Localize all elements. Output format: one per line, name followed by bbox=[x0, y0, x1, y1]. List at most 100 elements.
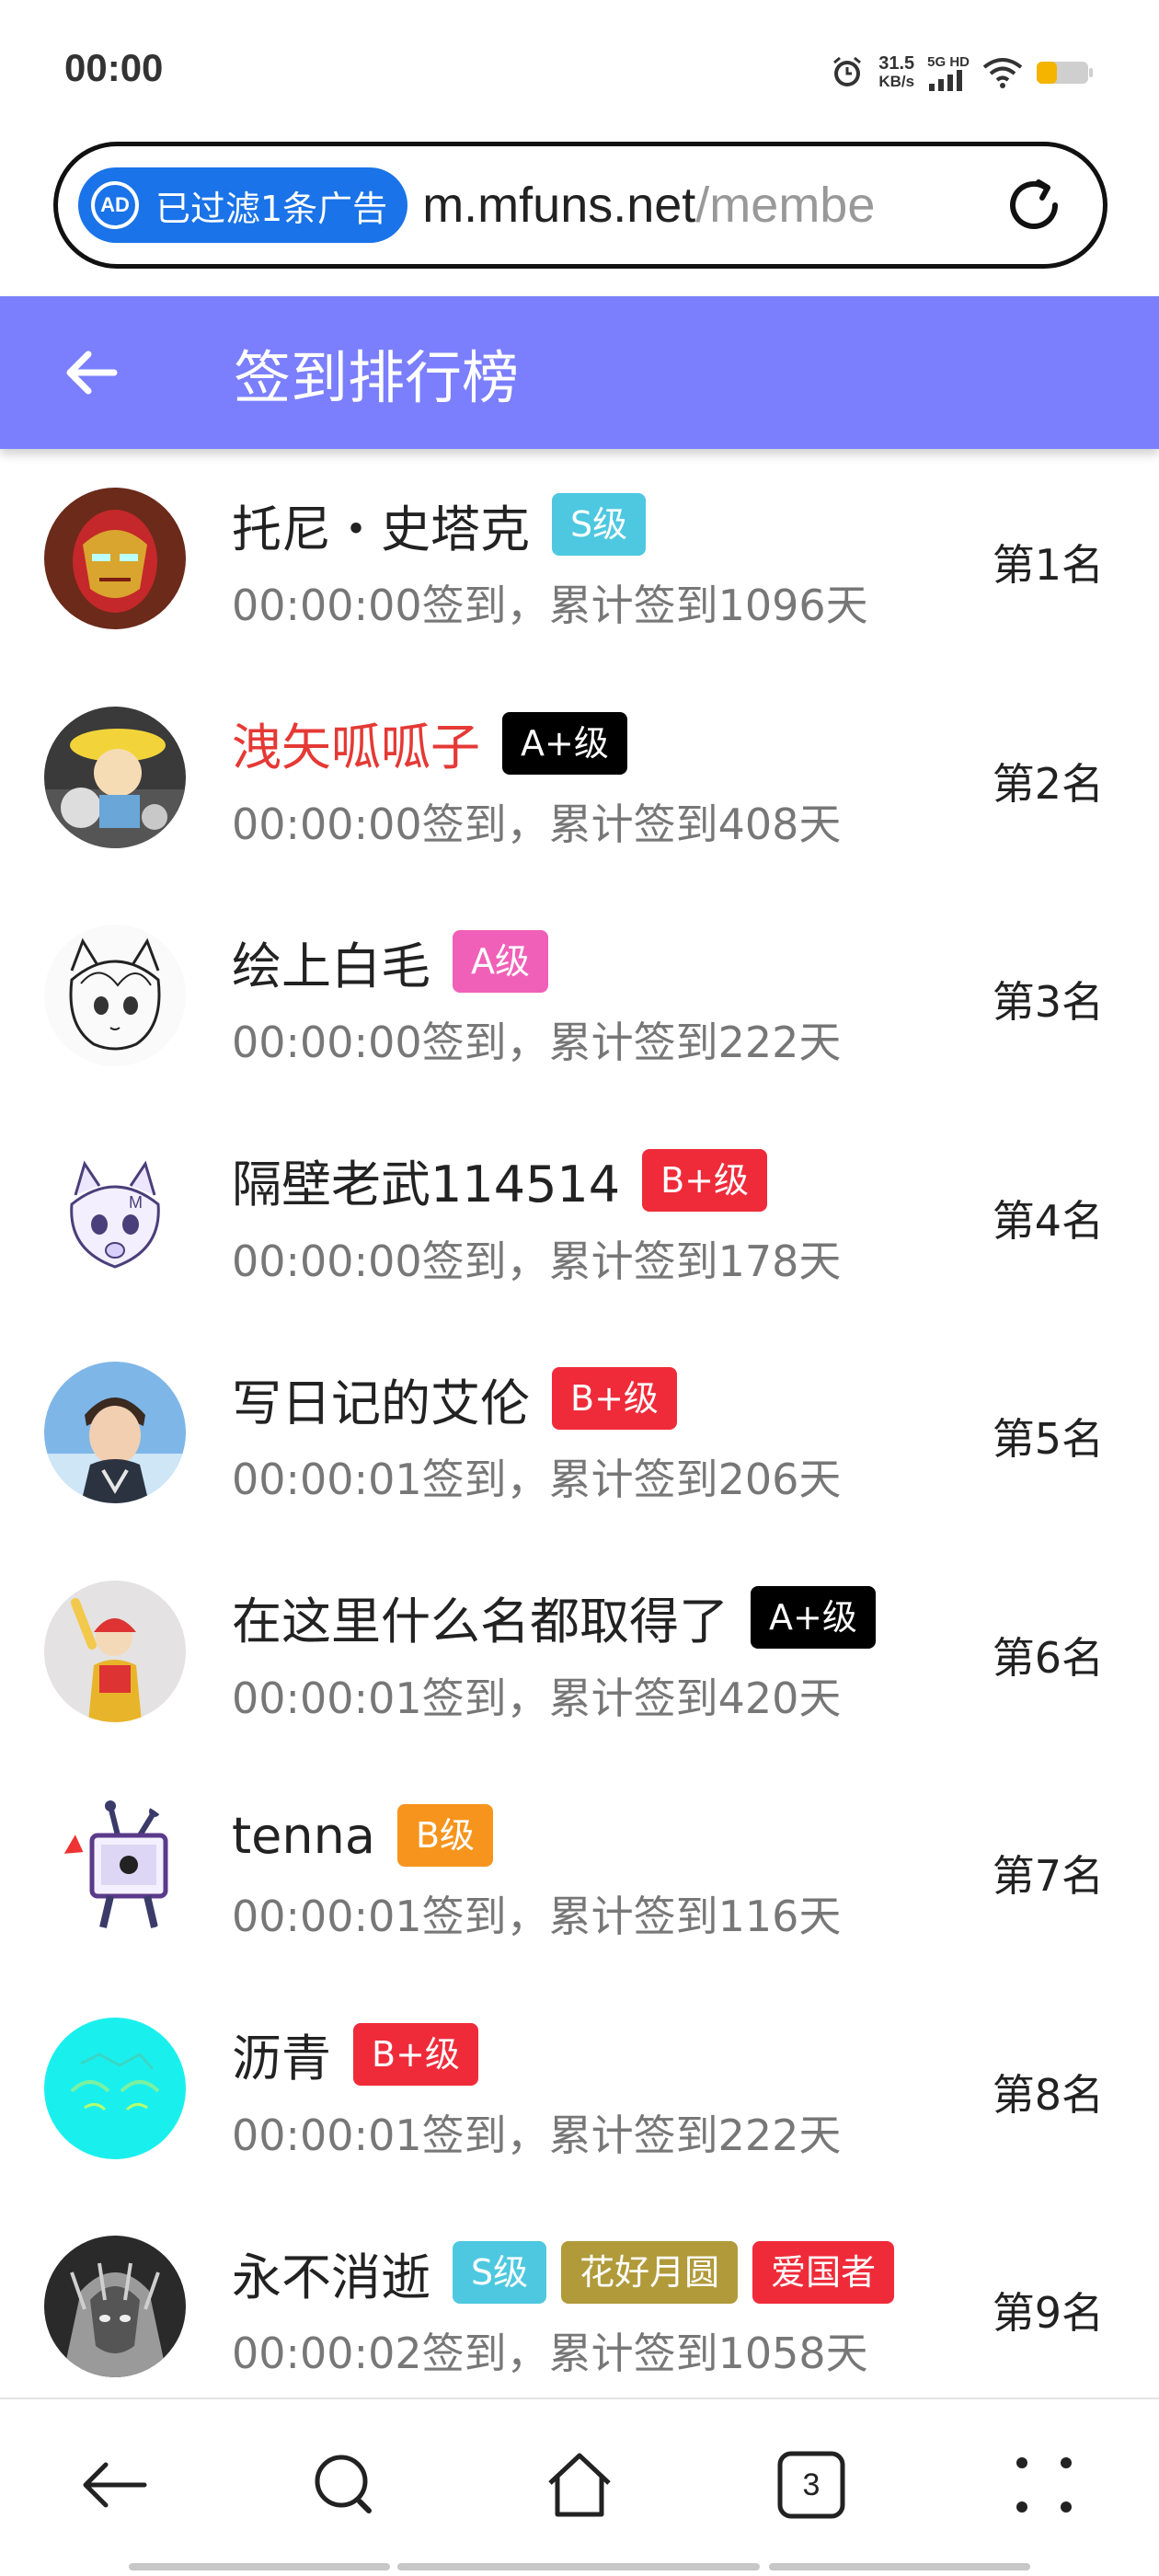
rank-label: 第9名 bbox=[992, 2288, 1104, 2338]
checkin-info: 00:00:01签到，累计签到222天 bbox=[232, 2110, 842, 2160]
reload-icon[interactable] bbox=[1002, 173, 1066, 237]
level-badge: B+级 bbox=[353, 2022, 478, 2086]
ranking-list: 托尼・史塔克 S级 00:00:00签到，累计签到1096天 第1名 洩矢呱呱子… bbox=[0, 449, 1159, 2398]
avatar[interactable] bbox=[44, 1362, 186, 1503]
status-time: 00:00 bbox=[64, 46, 164, 89]
rank-label: 第2名 bbox=[992, 758, 1104, 809]
checkin-info: 00:00:01签到，累计签到116天 bbox=[232, 1892, 842, 1941]
avatar[interactable] bbox=[44, 1799, 186, 1940]
back-icon[interactable] bbox=[74, 2444, 156, 2526]
list-item[interactable]: 写日记的艾伦 B+级 00:00:01签到，累计签到206天 第5名 bbox=[0, 1323, 1159, 1542]
level-badge: S级 bbox=[453, 2241, 547, 2304]
name-line: 绘上白毛 A级 bbox=[232, 928, 940, 995]
tab-count: 3 bbox=[802, 2467, 820, 2502]
tabs-icon[interactable]: 3 bbox=[770, 2444, 853, 2526]
rank-label: 第1名 bbox=[992, 540, 1104, 590]
user-name[interactable]: 在这里什么名都取得了 bbox=[232, 1584, 729, 1650]
checkin-info: 00:00:00签到，累计签到178天 bbox=[232, 1236, 842, 1286]
avatar[interactable] bbox=[44, 488, 186, 629]
title-badge: 爱国者 bbox=[752, 2241, 895, 2304]
url-path: /membe bbox=[695, 178, 876, 233]
list-item[interactable]: M 隔壁老武114514 B+级 00:00:00签到，累计签到178天 第4名 bbox=[0, 1105, 1159, 1324]
name-line: 托尼・史塔克 S级 bbox=[232, 491, 940, 558]
rank-label: 第6名 bbox=[992, 1632, 1104, 1683]
avatar[interactable] bbox=[44, 1580, 186, 1722]
user-name[interactable]: 洩矢呱呱子 bbox=[232, 710, 480, 776]
user-name[interactable]: 写日记的艾伦 bbox=[232, 1365, 530, 1432]
alarm-icon bbox=[829, 54, 866, 91]
svg-text:M: M bbox=[129, 1193, 143, 1212]
signal-icon bbox=[927, 69, 966, 91]
list-item[interactable]: 在这里什么名都取得了 A+级 00:00:01签到，累计签到420天 第6名 bbox=[0, 1542, 1159, 1761]
ad-filter-label: 已过滤1条广告 bbox=[155, 188, 388, 229]
rank-label: 第4名 bbox=[992, 1195, 1104, 1246]
gesture-bar bbox=[397, 2563, 760, 2570]
bottom-nav: 3 bbox=[0, 2398, 1159, 2576]
level-badge: B+级 bbox=[552, 1367, 677, 1430]
user-name[interactable]: 托尼・史塔克 bbox=[232, 491, 530, 558]
rank-label: 第5名 bbox=[992, 1414, 1104, 1464]
status-icons: 31.5 KB/s 5G HD bbox=[829, 52, 1095, 94]
list-item[interactable]: 沥青 B+级 00:00:01签到，累计签到222天 第8名 bbox=[0, 1979, 1159, 2198]
avatar[interactable] bbox=[44, 2017, 186, 2159]
checkin-info: 00:00:01签到，累计签到420天 bbox=[232, 1673, 842, 1723]
title-badge: 花好月圆 bbox=[561, 2241, 739, 2304]
home-icon[interactable] bbox=[538, 2444, 621, 2526]
user-name[interactable]: 绘上白毛 bbox=[232, 928, 430, 995]
checkin-info: 00:00:00签到，累计签到1096天 bbox=[232, 581, 868, 630]
net-speed: 31.5 KB/s bbox=[878, 54, 914, 91]
name-line: 洩矢呱呱子 A+级 bbox=[232, 710, 940, 776]
address-bar[interactable]: AD 已过滤1条广告 m.mfuns.net/membe bbox=[53, 142, 1107, 269]
gesture-bar bbox=[129, 2563, 390, 2570]
list-item[interactable]: 绘上白毛 A级 00:00:00签到，累计签到222天 第3名 bbox=[0, 886, 1159, 1105]
avatar[interactable] bbox=[44, 925, 186, 1066]
user-name[interactable]: 隔壁老武114514 bbox=[232, 1147, 620, 1213]
checkin-info: 00:00:00签到，累计签到408天 bbox=[232, 799, 842, 849]
user-name[interactable]: tenna bbox=[232, 1807, 375, 1865]
url-text[interactable]: m.mfuns.net/membe bbox=[422, 177, 937, 234]
ad-block-icon: AD bbox=[91, 181, 139, 229]
name-line: 写日记的艾伦 B+级 bbox=[232, 1365, 940, 1432]
checkin-info: 00:00:02签到，累计签到1058天 bbox=[232, 2329, 868, 2378]
list-item[interactable]: 洩矢呱呱子 A+级 00:00:00签到，累计签到408天 第2名 bbox=[0, 668, 1159, 887]
user-name[interactable]: 沥青 bbox=[232, 2021, 331, 2087]
level-badge: A+级 bbox=[751, 1585, 876, 1649]
name-line: 永不消逝 S级 花好月圆 爱国者 bbox=[232, 2239, 940, 2306]
signal-group: 5G HD bbox=[927, 55, 970, 91]
level-badge: S级 bbox=[552, 493, 647, 556]
page-header: 签到排行榜 bbox=[0, 296, 1159, 449]
level-badge: A+级 bbox=[502, 711, 627, 775]
checkin-info: 00:00:01签到，累计签到206天 bbox=[232, 1455, 842, 1504]
name-line: 隔壁老武114514 B+级 bbox=[232, 1147, 940, 1213]
status-bar: 00:00 31.5 KB/s 5G HD bbox=[0, 0, 1159, 138]
level-badge: A级 bbox=[453, 930, 548, 993]
user-name[interactable]: 永不消逝 bbox=[232, 2239, 430, 2306]
avatar[interactable] bbox=[44, 706, 186, 848]
ad-filter-pill[interactable]: AD 已过滤1条广告 bbox=[78, 167, 408, 243]
net-speed-unit: KB/s bbox=[878, 73, 915, 90]
avatar[interactable] bbox=[44, 2236, 186, 2377]
avatar[interactable]: M bbox=[44, 1143, 186, 1285]
list-item[interactable]: tenna B级 00:00:01签到，累计签到116天 第7名 bbox=[0, 1760, 1159, 1979]
wifi-icon bbox=[982, 56, 1023, 89]
name-line: tenna B级 bbox=[232, 1802, 940, 1869]
level-badge: B级 bbox=[396, 1804, 494, 1867]
rank-label: 第8名 bbox=[992, 2069, 1104, 2120]
gesture-bar bbox=[769, 2563, 1030, 2570]
menu-icon[interactable] bbox=[1003, 2444, 1085, 2526]
search-icon[interactable] bbox=[304, 2444, 386, 2526]
level-badge: B+级 bbox=[642, 1148, 768, 1212]
net-speed-value: 31.5 bbox=[878, 53, 915, 74]
checkin-info: 00:00:00签到，累计签到222天 bbox=[232, 1018, 842, 1067]
list-item[interactable]: 托尼・史塔克 S级 00:00:00签到，累计签到1096天 第1名 bbox=[0, 449, 1159, 668]
name-line: 沥青 B+级 bbox=[232, 2021, 940, 2087]
back-arrow-icon[interactable] bbox=[63, 343, 121, 402]
list-item[interactable]: 永不消逝 S级 花好月圆 爱国者 00:00:02签到，累计签到1058天 第9… bbox=[0, 2197, 1159, 2398]
rank-label: 第3名 bbox=[992, 977, 1104, 1027]
url-host: m.mfuns.net bbox=[422, 178, 696, 233]
rank-label: 第7名 bbox=[992, 1851, 1104, 1901]
battery-icon bbox=[1036, 59, 1095, 86]
name-line: 在这里什么名都取得了 A+级 bbox=[232, 1584, 940, 1650]
signal-label: 5G HD bbox=[927, 53, 970, 70]
page-title: 签到排行榜 bbox=[234, 344, 520, 411]
